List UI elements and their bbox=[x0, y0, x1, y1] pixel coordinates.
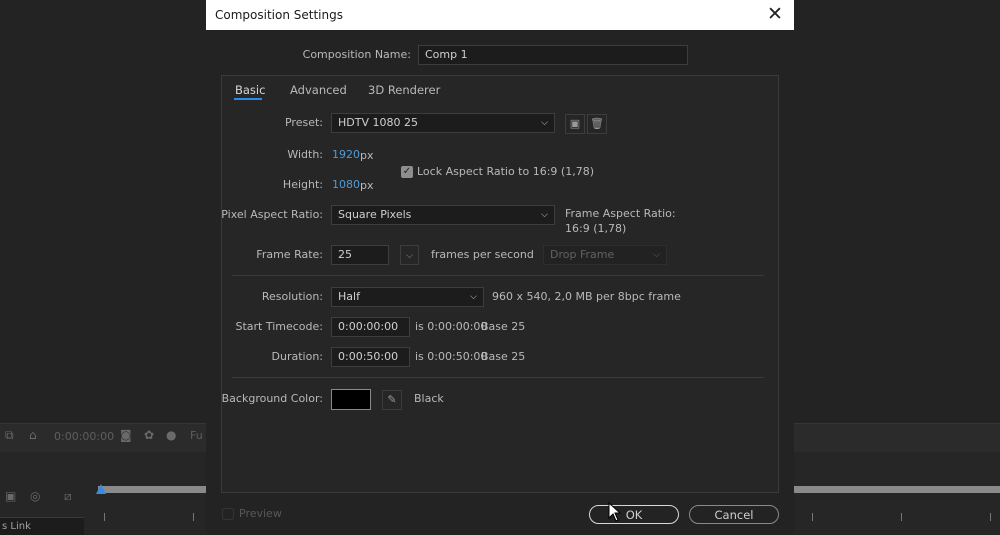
cancel-button[interactable]: Cancel bbox=[689, 505, 779, 524]
pixel-aspect-label: Pixel Aspect Ratio: bbox=[221, 208, 323, 221]
tab-basic[interactable]: Basic bbox=[235, 83, 265, 97]
height-value[interactable]: 1080 bbox=[332, 178, 360, 191]
height-unit: px bbox=[360, 179, 374, 192]
mouse-cursor-icon bbox=[608, 502, 622, 522]
duration-label: Duration: bbox=[271, 350, 323, 363]
active-tab-indicator bbox=[234, 98, 262, 100]
drop-frame-select[interactable]: Drop Frame ⌵ bbox=[543, 245, 667, 265]
trash-icon[interactable]: 🗑 bbox=[587, 114, 607, 134]
mask-icon[interactable]: ✿ bbox=[144, 428, 154, 442]
timeline-timecode[interactable]: 0:00:00:00 bbox=[54, 430, 114, 443]
time-ruler-tick bbox=[104, 513, 105, 521]
chevron-down-icon: ⌵ bbox=[541, 118, 548, 128]
dialog-title: Composition Settings bbox=[215, 8, 343, 22]
height-label: Height: bbox=[282, 178, 323, 191]
start-timecode-label: Start Timecode: bbox=[235, 320, 323, 333]
frame-rate-input[interactable]: 25 bbox=[331, 245, 389, 265]
background-color-swatch[interactable] bbox=[331, 389, 371, 410]
drop-frame-value: Drop Frame bbox=[550, 248, 615, 261]
comp-name-input[interactable]: Comp 1 bbox=[418, 45, 688, 65]
playhead-icon[interactable] bbox=[96, 484, 106, 494]
pixel-aspect-select[interactable]: Square Pixels ⌵ bbox=[331, 205, 555, 225]
divider bbox=[232, 377, 764, 378]
preset-value: HDTV 1080 25 bbox=[338, 116, 418, 129]
resolution-label: Resolution: bbox=[261, 290, 323, 303]
tab-advanced[interactable]: Advanced bbox=[290, 83, 347, 97]
link-label: s Link bbox=[0, 517, 84, 535]
frame-rate-label: Frame Rate: bbox=[256, 248, 323, 261]
work-area-bar[interactable] bbox=[98, 486, 206, 493]
resolution-select[interactable]: Half ⌵ bbox=[331, 287, 484, 307]
motion-blur-icon[interactable]: ◎ bbox=[30, 489, 40, 503]
time-ruler-tick bbox=[990, 513, 991, 521]
resolution-info: 960 x 540, 2,0 MB per 8bpc frame bbox=[492, 290, 681, 303]
duration-base: Base 25 bbox=[481, 350, 526, 363]
lock-aspect-checkbox[interactable]: ✓ bbox=[401, 166, 413, 178]
layer-icon[interactable]: ▣ bbox=[5, 489, 16, 503]
width-label: Width: bbox=[287, 148, 323, 161]
frame-rate-dropdown[interactable]: ⌵ bbox=[400, 245, 419, 265]
eyedropper-icon[interactable]: ✎ bbox=[382, 390, 402, 410]
start-timecode-base: Base 25 bbox=[481, 320, 526, 333]
chevron-down-icon: ⌵ bbox=[653, 250, 660, 260]
preset-label: Preset: bbox=[284, 116, 323, 129]
preview-label: Preview bbox=[239, 507, 282, 520]
chevron-down-icon: ⌵ bbox=[406, 251, 413, 261]
settings-panel bbox=[221, 75, 779, 493]
chevron-down-icon: ⌵ bbox=[470, 292, 477, 302]
background-color-name: Black bbox=[414, 392, 444, 405]
divider bbox=[232, 275, 764, 276]
comp-flowchart-icon[interactable]: ⧉ bbox=[5, 428, 14, 443]
frame-aspect-label: Frame Aspect Ratio: bbox=[565, 207, 676, 220]
start-timecode-is: is 0:00:00:00 bbox=[415, 320, 488, 333]
resolution-value: Half bbox=[338, 290, 360, 303]
start-timecode-input[interactable]: 0:00:00:00 bbox=[331, 317, 410, 337]
lock-aspect-label: Lock Aspect Ratio to 16:9 (1,78) bbox=[417, 165, 594, 178]
title-bar: Composition Settings ✕ bbox=[206, 0, 794, 30]
region-icon[interactable]: ⌂ bbox=[29, 428, 37, 442]
close-icon[interactable]: ✕ bbox=[764, 3, 786, 25]
time-ruler-tick bbox=[901, 513, 902, 521]
duration-is: is 0:00:50:00 bbox=[415, 350, 488, 363]
preset-select[interactable]: HDTV 1080 25 ⌵ bbox=[331, 113, 555, 133]
time-ruler-tick bbox=[193, 513, 194, 521]
width-value[interactable]: 1920 bbox=[332, 148, 360, 161]
composition-settings-dialog: Composition Settings ✕ Composition Name:… bbox=[206, 0, 794, 534]
frame-aspect-value: 16:9 (1,78) bbox=[565, 222, 627, 235]
tab-3d-renderer[interactable]: 3D Renderer bbox=[368, 83, 440, 97]
pixel-aspect-value: Square Pixels bbox=[338, 208, 412, 221]
chevron-down-icon: ⌵ bbox=[541, 210, 548, 220]
background-color-label: Background Color: bbox=[221, 392, 323, 405]
resolution-dropdown[interactable]: Fu bbox=[190, 429, 203, 442]
save-preset-icon[interactable]: ▣ bbox=[565, 114, 585, 134]
comp-name-label: Composition Name: bbox=[302, 48, 411, 61]
work-area-bar-right[interactable] bbox=[794, 486, 1000, 493]
duration-input[interactable]: 0:00:50:00 bbox=[331, 347, 410, 367]
channel-icon[interactable]: ● bbox=[166, 428, 176, 442]
ok-button[interactable]: OK bbox=[589, 505, 679, 524]
camera-icon[interactable]: ◙ bbox=[120, 428, 132, 442]
preview-checkbox[interactable] bbox=[222, 508, 234, 520]
width-unit: px bbox=[360, 149, 374, 162]
time-ruler-tick bbox=[812, 513, 813, 521]
graph-editor-icon[interactable]: ⧄ bbox=[64, 489, 72, 504]
frame-rate-unit: frames per second bbox=[431, 248, 534, 261]
